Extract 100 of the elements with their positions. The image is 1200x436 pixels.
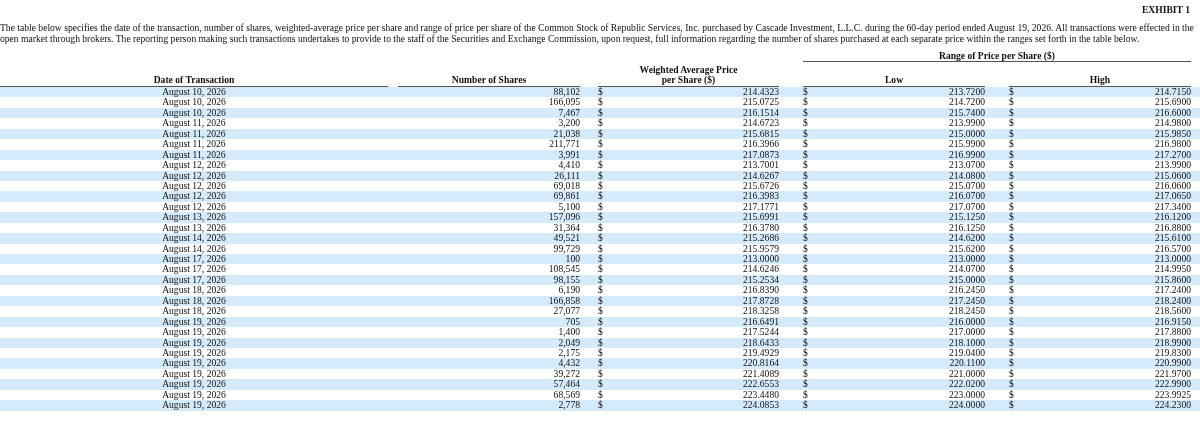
currency-symbol: $	[803, 295, 808, 306]
table-cell: 215.2534	[743, 274, 779, 286]
table-cell: 223.9925	[1155, 389, 1191, 401]
table-cell-text: August 12, 2026	[161, 160, 227, 171]
table-cell-text: 2,175	[557, 347, 580, 359]
table-cell-text: 69,861	[552, 191, 580, 202]
table-cell-text: August 17, 2026	[161, 264, 227, 275]
table-cell-text: 2,049	[557, 337, 580, 348]
column-group-header: Range of Price per Share ($)	[803, 50, 1191, 62]
currency-symbol: $	[1009, 212, 1014, 223]
currency-symbol: $	[1009, 118, 1014, 129]
currency-symbol: $	[1009, 347, 1014, 358]
column-header: Weighted Average Price per Share ($)	[638, 65, 739, 85]
currency-symbol: $	[598, 139, 603, 150]
table-cell: 216.0700	[949, 191, 985, 202]
table-cell: 217.2450	[949, 295, 985, 307]
table-cell: 221.4089	[743, 368, 779, 380]
table-cell: 224.2300	[1155, 400, 1191, 411]
table-cell: 220.9900	[1155, 358, 1191, 369]
table-cell: 213.0700	[949, 160, 985, 171]
table-cell: 215.6900	[1155, 97, 1191, 108]
table-cell: 217.0000	[949, 327, 985, 338]
table-cell: 219.8300	[1155, 347, 1191, 359]
table-cell: 215.9579	[743, 243, 779, 254]
table-cell-text: August 19, 2026	[161, 337, 227, 348]
table-cell-text: August 19, 2026	[161, 379, 227, 390]
table-cell-text: 157,096	[547, 212, 580, 223]
table-cell: 215.0000	[949, 128, 985, 140]
currency-symbol: $	[803, 107, 808, 118]
currency-symbol: $	[1009, 180, 1014, 191]
table-cell: 217.2400	[1155, 285, 1191, 296]
table-cell: 220.8164	[743, 358, 779, 369]
table-cell: 213.0000	[1155, 254, 1191, 265]
table-cell: 213.9900	[949, 118, 985, 129]
table-cell-text: 21,038	[552, 128, 580, 140]
table-cell: 224.0000	[949, 400, 985, 411]
table-cell-text: 100	[565, 254, 580, 265]
table-cell-text: August 12, 2026	[161, 191, 227, 202]
currency-symbol: $	[598, 97, 603, 108]
table-cell-text: 68,569	[552, 389, 580, 401]
table-cell: 214.0700	[949, 264, 985, 275]
table-cell: 216.1514	[743, 107, 779, 119]
table-cell: 216.9800	[1155, 139, 1191, 150]
currency-symbol: $	[1009, 254, 1014, 264]
table-cell-text: 1,400	[557, 327, 580, 338]
currency-symbol: $	[1009, 160, 1014, 171]
currency-symbol: $	[598, 107, 603, 118]
table-cell: 224.0853	[743, 400, 779, 411]
currency-symbol: $	[803, 400, 808, 411]
table-cell-text: August 19, 2026	[161, 316, 227, 328]
table-cell: 216.1200	[1155, 212, 1191, 223]
table-cell: 218.1000	[949, 337, 985, 348]
table-cell: 216.1250	[949, 222, 985, 234]
table-cell-text: 6,190	[558, 285, 580, 296]
table-cell-text: August 17, 2026	[161, 274, 227, 286]
table-cell-text: August 12, 2026	[161, 180, 227, 192]
currency-symbol: $	[803, 285, 808, 296]
currency-symbol: $	[803, 264, 808, 275]
currency-symbol: $	[803, 191, 808, 202]
table-cell-text: 166,858	[547, 295, 580, 307]
currency-symbol: $	[598, 212, 603, 223]
column-header: Date of Transaction	[153, 75, 235, 85]
currency-symbol: $	[803, 379, 808, 390]
table-cell: 218.9900	[1155, 337, 1191, 348]
currency-symbol: $	[598, 170, 603, 181]
table-cell: 216.8800	[1155, 222, 1191, 234]
table-cell: 217.1771	[743, 201, 779, 213]
table-cell: 213.0000	[743, 254, 779, 265]
table-cell-text: 69,018	[552, 180, 580, 192]
table-cell-text: 88,102	[552, 87, 580, 98]
table-cell: 215.2686	[743, 233, 779, 244]
table-cell-text: 108,545	[547, 264, 580, 275]
table-cell: 214.6200	[949, 233, 985, 244]
column-header: Number of Shares	[451, 75, 527, 85]
currency-symbol: $	[598, 347, 603, 358]
table-cell-text: August 13, 2026	[161, 212, 227, 223]
currency-symbol: $	[803, 201, 808, 212]
table-cell: 216.0600	[1155, 180, 1191, 192]
table-cell: 223.4480	[743, 389, 779, 401]
currency-symbol: $	[598, 233, 603, 244]
table-cell-text: 3,200	[557, 118, 580, 129]
column-header: Low	[884, 75, 904, 85]
table-cell: 216.0000	[949, 316, 985, 328]
table-cell: 216.6000	[1155, 107, 1191, 119]
table-cell-text: August 11, 2026	[161, 139, 227, 150]
table-cell: 216.9900	[949, 149, 985, 161]
table-cell: 214.9950	[1155, 264, 1191, 275]
currency-symbol: $	[1009, 316, 1014, 327]
table-cell-text: August 10, 2026	[161, 97, 227, 108]
currency-symbol: $	[803, 337, 808, 348]
currency-symbol: $	[803, 118, 808, 129]
table-cell-text: August 17, 2026	[161, 254, 227, 265]
table-cell: 215.6200	[949, 243, 985, 254]
currency-symbol: $	[1009, 97, 1014, 108]
currency-symbol: $	[1009, 306, 1014, 317]
table-cell-text: August 14, 2026	[161, 233, 227, 244]
table-cell-text: August 19, 2026	[161, 389, 227, 401]
table-cell: 216.3780	[743, 222, 779, 234]
table-cell-text: August 19, 2026	[161, 400, 227, 411]
currency-symbol: $	[803, 316, 808, 327]
